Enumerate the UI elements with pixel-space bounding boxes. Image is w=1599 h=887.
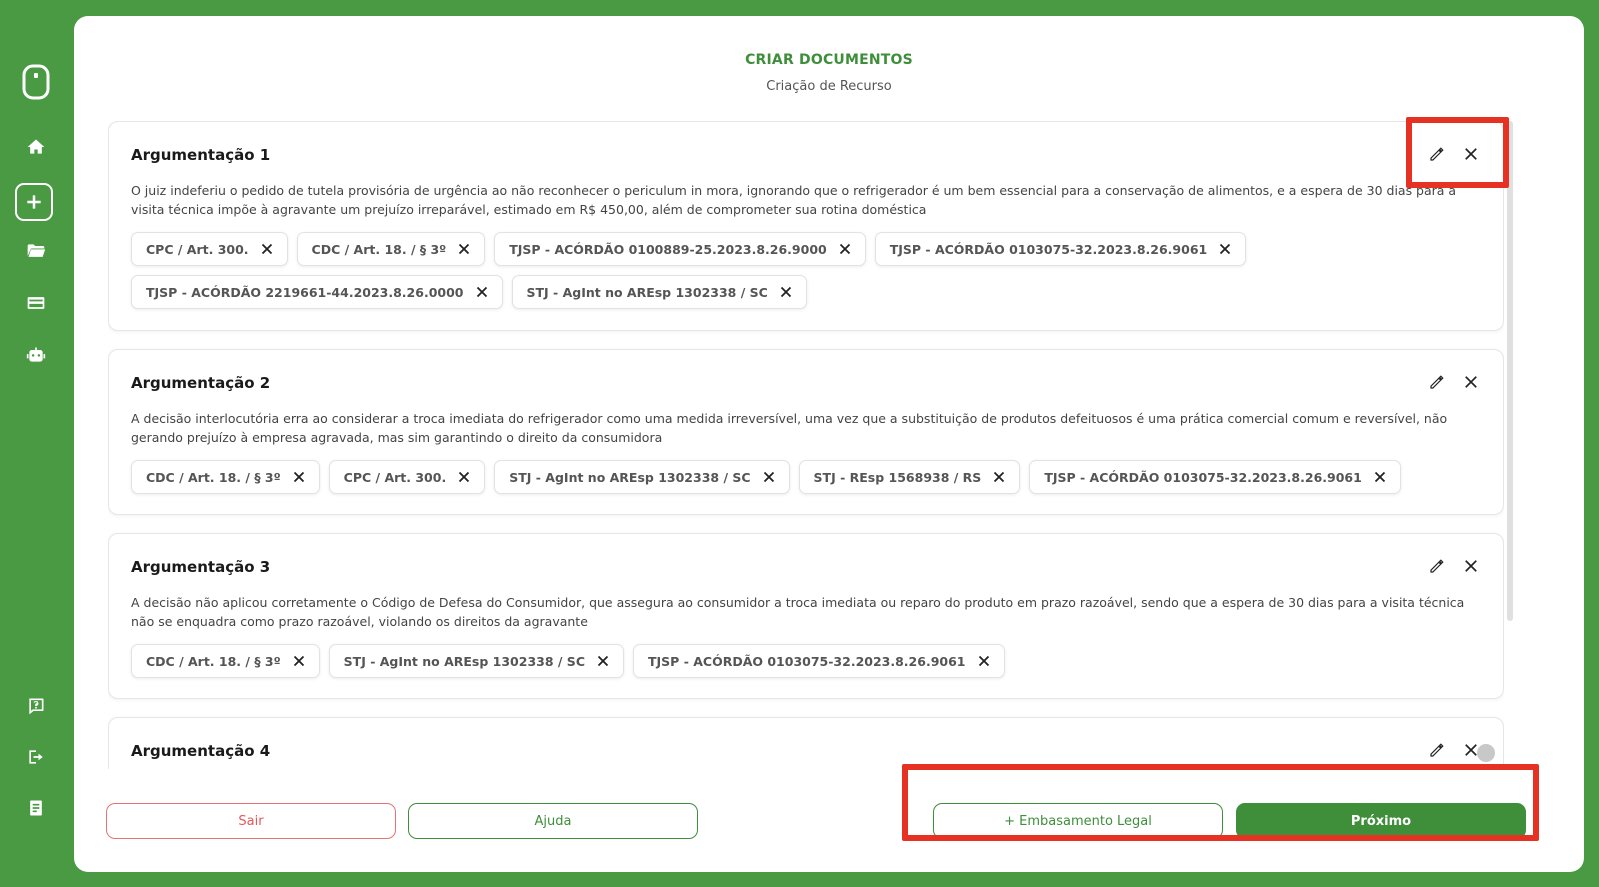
argument-title: Argumentação 4 xyxy=(131,742,271,760)
folder-icon[interactable] xyxy=(20,235,52,267)
argument-actions xyxy=(1427,740,1481,760)
edit-icon[interactable] xyxy=(1427,372,1447,392)
edit-icon[interactable] xyxy=(1427,556,1447,576)
argument-title: Argumentação 3 xyxy=(131,558,271,576)
logout-icon[interactable] xyxy=(20,741,52,773)
argument-text: O juiz indeferiu o pedido de tutela prov… xyxy=(131,183,1457,217)
legal-tag: CDC / Art. 18. / § 3º xyxy=(296,232,486,266)
legal-tag: STJ - AgInt no AREsp 1302338 / SC xyxy=(494,460,790,494)
argument-card: Argumentação 4 xyxy=(108,717,1504,769)
add-icon[interactable] xyxy=(15,183,53,221)
remove-tag-icon[interactable] xyxy=(597,655,609,667)
home-icon[interactable] xyxy=(20,131,52,163)
argument-card: Argumentação 1 O juiz indeferiu o pedido… xyxy=(108,121,1504,331)
logo-icon[interactable] xyxy=(22,64,50,100)
help-button[interactable]: Ajuda xyxy=(408,803,698,839)
scrollbar[interactable] xyxy=(1507,121,1513,621)
scroll-handle[interactable] xyxy=(1477,744,1495,762)
legal-tag: CDC / Art. 18. / § 3º xyxy=(131,460,320,494)
legal-tag: CPC / Art. 300. xyxy=(328,460,486,494)
remove-tag-icon[interactable] xyxy=(293,471,305,483)
close-icon[interactable] xyxy=(1461,144,1481,164)
argument-title: Argumentação 2 xyxy=(131,374,271,392)
remove-tag-icon[interactable] xyxy=(293,655,305,667)
document-icon[interactable] xyxy=(20,792,52,824)
help-icon[interactable] xyxy=(20,690,52,722)
remove-tag-icon[interactable] xyxy=(1219,243,1231,255)
exit-button[interactable]: Sair xyxy=(106,803,396,839)
remove-tag-icon[interactable] xyxy=(458,243,470,255)
remove-tag-icon[interactable] xyxy=(458,471,470,483)
remove-tag-icon[interactable] xyxy=(1374,471,1386,483)
legal-tag: TJSP - ACÓRDÃO 0100889-25.2023.8.26.9000 xyxy=(494,232,866,266)
page-title: CRIAR DOCUMENTOS xyxy=(745,52,913,68)
remove-tag-icon[interactable] xyxy=(780,286,792,298)
legal-tag: CDC / Art. 18. / § 3º xyxy=(131,644,320,678)
legal-tag: STJ - AgInt no AREsp 1302338 / SC xyxy=(511,275,807,309)
argument-card: Argumentação 3 A decisão não aplicou cor… xyxy=(108,533,1504,699)
argument-text: A decisão não aplicou corretamente o Cód… xyxy=(131,595,1465,629)
close-icon[interactable] xyxy=(1461,372,1481,392)
remove-tag-icon[interactable] xyxy=(993,471,1005,483)
argument-actions xyxy=(1427,556,1481,576)
remove-tag-icon[interactable] xyxy=(763,471,775,483)
argument-text: A decisão interlocutória erra ao conside… xyxy=(131,411,1448,445)
legal-tag: STJ - AgInt no AREsp 1302338 / SC xyxy=(328,644,624,678)
tag-list: CPC / Art. 300. CDC / Art. 18. / § 3º TJ… xyxy=(131,232,1431,309)
tag-list: CDC / Art. 18. / § 3º STJ - AgInt no ARE… xyxy=(131,644,1431,678)
remove-tag-icon[interactable] xyxy=(476,286,488,298)
argument-title: Argumentação 1 xyxy=(131,146,271,164)
next-button[interactable]: Próximo xyxy=(1236,803,1526,839)
legal-tag: TJSP - ACÓRDÃO 0103075-32.2023.8.26.9061 xyxy=(633,644,1005,678)
legal-tag: TJSP - ACÓRDÃO 0103075-32.2023.8.26.9061 xyxy=(874,232,1247,266)
legal-tag: CPC / Art. 300. xyxy=(131,232,288,266)
remove-tag-icon[interactable] xyxy=(261,243,273,255)
argument-card: Argumentação 2 A decisão interlocutória … xyxy=(108,349,1504,515)
add-legal-basis-button[interactable]: + Embasamento Legal xyxy=(933,803,1223,839)
sidebar xyxy=(0,0,74,887)
remove-tag-icon[interactable] xyxy=(978,655,990,667)
card-icon[interactable] xyxy=(20,287,52,319)
page-subtitle: Criação de Recurso xyxy=(766,79,892,94)
remove-tag-icon[interactable] xyxy=(839,243,851,255)
main-panel: CRIAR DOCUMENTOS Criação de Recurso Argu… xyxy=(74,16,1584,872)
legal-tag: TJSP - ACÓRDÃO 0103075-32.2023.8.26.9061 xyxy=(1029,460,1401,494)
legal-tag: TJSP - ACÓRDÃO 2219661-44.2023.8.26.0000 xyxy=(131,275,503,309)
edit-icon[interactable] xyxy=(1427,144,1447,164)
argument-actions xyxy=(1427,144,1481,164)
robot-icon[interactable] xyxy=(20,339,52,371)
close-icon[interactable] xyxy=(1461,556,1481,576)
tag-list: CDC / Art. 18. / § 3º CPC / Art. 300. ST… xyxy=(131,460,1431,494)
argument-actions xyxy=(1427,372,1481,392)
legal-tag: STJ - REsp 1568938 / RS xyxy=(798,460,1021,494)
argument-list[interactable]: Argumentação 1 O juiz indeferiu o pedido… xyxy=(108,121,1504,769)
edit-icon[interactable] xyxy=(1427,740,1447,760)
